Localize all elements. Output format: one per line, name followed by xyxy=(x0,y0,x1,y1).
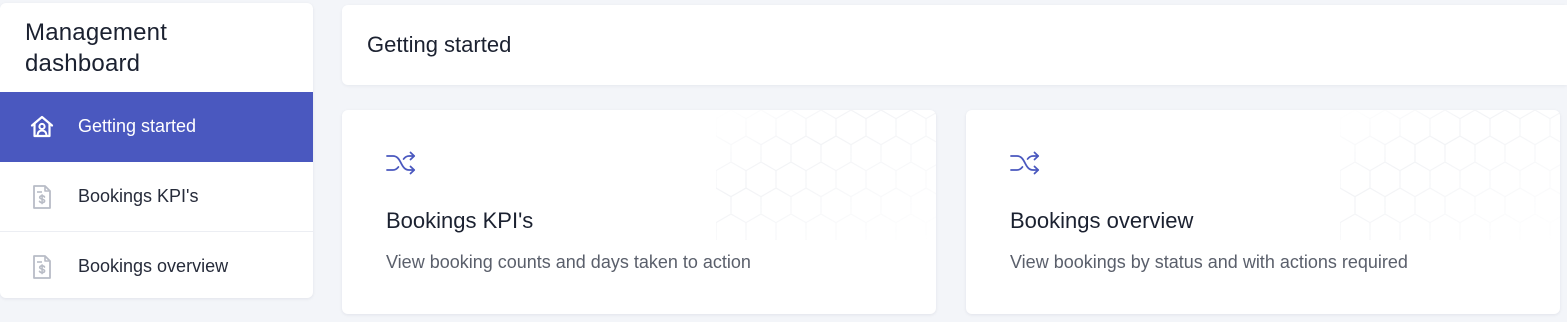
home-person-icon xyxy=(28,113,56,141)
sidebar-item-label: Bookings overview xyxy=(78,256,229,276)
card-bookings-overview[interactable]: Bookings overview View bookings by statu… xyxy=(966,110,1560,314)
shuffle-icon xyxy=(1009,150,1041,176)
sidebar-item-label: Bookings KPI's xyxy=(78,186,199,206)
sidebar-nav: Getting started Bookings KPI's Bookings … xyxy=(0,92,313,298)
sidebar-item-bookings-overview[interactable]: Bookings overview xyxy=(0,232,313,298)
hexagon-pattern xyxy=(716,110,936,240)
page-title: Getting started xyxy=(367,32,512,57)
sidebar-item-label: Getting started xyxy=(78,116,197,136)
sidebar-item-getting-started[interactable]: Getting started xyxy=(0,92,313,162)
invoice-dollar-icon xyxy=(28,183,56,211)
card-bookings-kpis[interactable]: Bookings KPI's View booking counts and d… xyxy=(342,110,936,314)
sidebar-item-bookings-kpis[interactable]: Bookings KPI's xyxy=(0,162,313,232)
card-description: View booking counts and days taken to ac… xyxy=(386,252,751,272)
page-header: Getting started xyxy=(342,5,1567,85)
shuffle-icon xyxy=(385,150,417,176)
card-title: Bookings KPI's xyxy=(386,208,534,233)
invoice-dollar-icon xyxy=(28,253,56,281)
sidebar-title: Management dashboard xyxy=(25,19,168,77)
card-title: Bookings overview xyxy=(1010,208,1194,233)
hexagon-pattern xyxy=(1340,110,1560,240)
sidebar: Management dashboard Getting started Boo… xyxy=(0,3,313,298)
card-description: View bookings by status and with actions… xyxy=(1010,252,1408,272)
